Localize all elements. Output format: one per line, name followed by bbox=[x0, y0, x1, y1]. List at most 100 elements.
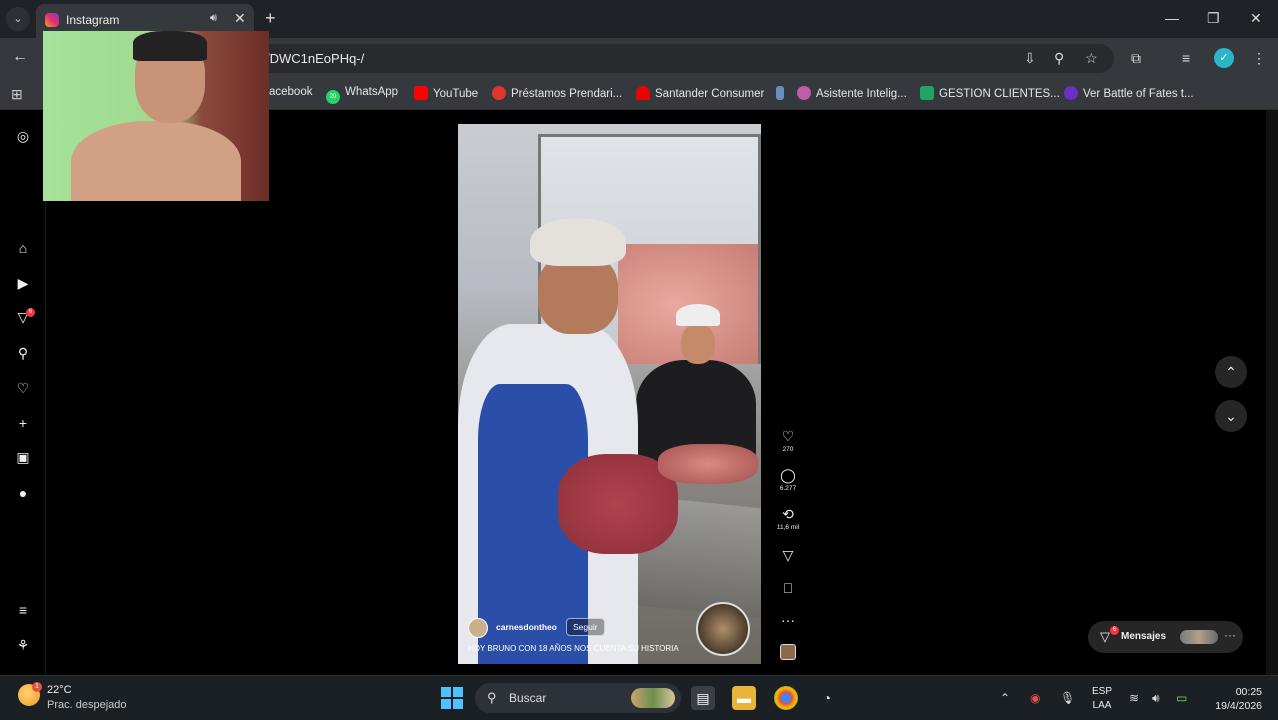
window-close-icon[interactable]: ✕ bbox=[1250, 10, 1262, 27]
bookmark-battle[interactable]: Ver Battle of Fates t... bbox=[1064, 86, 1194, 100]
bookmark-asistente-1[interactable] bbox=[776, 86, 789, 100]
dashboard-icon[interactable]: ▣ bbox=[14, 448, 32, 466]
comment-button[interactable]: ◯ 6.277 bbox=[772, 467, 804, 492]
keyboard-layout: LAA bbox=[1092, 700, 1112, 711]
apps-grid-icon[interactable]: ⊞ bbox=[11, 86, 23, 103]
next-reel-button[interactable]: ⌄ bbox=[1215, 400, 1247, 432]
like-count: 270 bbox=[782, 446, 794, 453]
taskbar-search[interactable]: ⚲ Buscar bbox=[475, 683, 681, 713]
reel-caption[interactable]: HOY BRUNO CON 18 AÑOS NOS CUENTA SU HIST… bbox=[468, 644, 679, 653]
clock-date: 19/4/2026 bbox=[1215, 700, 1262, 712]
previous-reel-button[interactable]: ⌃ bbox=[1215, 356, 1247, 388]
new-tab-button[interactable]: + bbox=[265, 8, 276, 29]
video-meat-2 bbox=[658, 444, 758, 484]
brand-sticker-logo bbox=[696, 602, 750, 656]
bookmark-label: Santander Consumer bbox=[655, 88, 765, 100]
language-code: ESP bbox=[1092, 686, 1113, 697]
save-button[interactable]: ⎕ bbox=[772, 580, 804, 597]
search-highlight-image bbox=[631, 688, 675, 708]
page-scrollbar[interactable] bbox=[1266, 110, 1278, 675]
store-icon[interactable]: ▤ bbox=[691, 686, 715, 710]
temperature[interactable]: 22°C bbox=[47, 684, 72, 696]
profile-avatar[interactable]: ✓ bbox=[1214, 48, 1234, 68]
microphone-icon[interactable]: 🎙︎ bbox=[1060, 691, 1075, 705]
tab-search-button[interactable]: ⌄ bbox=[6, 7, 30, 31]
reels-icon[interactable]: ▶ bbox=[14, 274, 32, 292]
volume-icon[interactable]: 🔊︎ bbox=[1152, 691, 1160, 706]
profile-avatar-icon[interactable]: ● bbox=[14, 484, 32, 502]
clock-time: 00:25 bbox=[1235, 686, 1262, 698]
whatsapp-icon: 20 bbox=[326, 90, 340, 104]
home-icon[interactable]: ⌂ bbox=[14, 239, 32, 257]
bookmark-asistente[interactable]: Asistente Intelig... bbox=[797, 86, 907, 100]
audio-button[interactable] bbox=[772, 644, 804, 665]
messages-pill[interactable]: ▽ 6 Mensajes ··· bbox=[1088, 621, 1243, 653]
bookmark-prestamos[interactable]: Préstamos Prendari... bbox=[492, 86, 622, 100]
asistente-icon bbox=[797, 86, 811, 100]
create-plus-icon[interactable]: + bbox=[14, 414, 32, 432]
share-button[interactable]: ▽ bbox=[772, 547, 804, 564]
instagram-logo-icon[interactable]: ◎ bbox=[14, 127, 32, 145]
message-avatars bbox=[1180, 630, 1218, 644]
repost-count: 11,6 mil bbox=[776, 524, 800, 531]
bookmark-santander[interactable]: Santander Consumer bbox=[636, 86, 764, 100]
bookmark-gestion[interactable]: GESTION CLIENTES... bbox=[920, 86, 1060, 100]
language-indicator[interactable]: ESP LAA bbox=[1092, 685, 1112, 713]
prestamos-icon bbox=[492, 86, 506, 100]
bookmark-label: YouTube bbox=[433, 88, 479, 100]
bookmark-label: acebook bbox=[269, 86, 313, 98]
heart-icon[interactable]: ♡ bbox=[14, 379, 32, 397]
tab-title: Instagram bbox=[66, 13, 120, 27]
audio-thumbnail-icon bbox=[780, 644, 796, 660]
url-text[interactable]: /DWC1nEoPHq-/ bbox=[266, 51, 364, 66]
author-name[interactable]: carnesdontheo bbox=[496, 622, 557, 632]
restore-icon[interactable]: ❐ bbox=[1207, 10, 1220, 27]
chrome-icon[interactable] bbox=[774, 686, 798, 710]
reel-video[interactable]: carnesdontheo Seguir HOY BRUNO CON 18 AÑ… bbox=[458, 124, 761, 664]
bookmark-label: Ver Battle of Fates t... bbox=[1083, 88, 1194, 100]
tray-chevron-up-icon[interactable]: ⌃ bbox=[1000, 691, 1010, 705]
more-dots-icon[interactable]: ··· bbox=[1224, 628, 1236, 642]
weather-badge: 1 bbox=[32, 682, 42, 692]
bookmark-youtube[interactable]: YouTube bbox=[414, 86, 478, 100]
zoom-icon[interactable]: ⚲ bbox=[1054, 50, 1064, 67]
bookmark-label: GESTION CLIENTES... bbox=[939, 88, 1060, 100]
chevron-up-icon: ⌃ bbox=[1225, 364, 1237, 380]
file-explorer-icon[interactable]: ▬ bbox=[732, 686, 756, 710]
messages-badge: 6 bbox=[1110, 626, 1119, 635]
like-button[interactable]: ♡ 270 bbox=[772, 428, 804, 453]
windows-start-icon[interactable] bbox=[441, 687, 463, 709]
more-button[interactable]: ··· bbox=[772, 612, 804, 628]
menu-kebab-icon[interactable]: ⋮ bbox=[1252, 50, 1266, 67]
system-clock[interactable]: 00:25 19/4/2026 bbox=[1200, 685, 1262, 713]
chevron-down-icon: ⌄ bbox=[1225, 408, 1237, 424]
document-icon bbox=[776, 86, 784, 100]
follow-button[interactable]: Seguir bbox=[566, 618, 605, 636]
wifi-icon[interactable]: ≋ bbox=[1129, 691, 1139, 705]
tray-app-icon[interactable]: ◉ bbox=[1030, 691, 1040, 705]
search-icon[interactable]: ⚲ bbox=[14, 344, 32, 362]
search-placeholder: Buscar bbox=[509, 691, 547, 705]
media-icon[interactable]: ≡ bbox=[1182, 50, 1190, 66]
extensions-icon[interactable]: ⧉ bbox=[1131, 50, 1141, 67]
threads-icon[interactable]: ⚘ bbox=[14, 636, 32, 654]
heart-icon: ♡ bbox=[781, 428, 795, 444]
speaker-icon[interactable]: 🔊︎ bbox=[210, 12, 217, 25]
tab-close-icon[interactable]: ✕ bbox=[234, 10, 246, 27]
instagram-sidebar: ◎ ⌂ ▶ ▽ ⚲ ♡ + ▣ ● ≡ ⚘ bbox=[0, 110, 46, 675]
reel-actions: ♡ 270 ◯ 6.277 ⟲ 11,6 mil ▽ ⎕ ··· bbox=[772, 420, 804, 670]
bookmark-whatsapp[interactable]: 20 WhatsApp bbox=[326, 86, 398, 104]
hamburger-menu-icon[interactable]: ≡ bbox=[14, 601, 32, 619]
bookmark-facebook[interactable]: acebook bbox=[269, 86, 312, 98]
back-arrow-icon[interactable]: ← bbox=[12, 48, 28, 66]
search-icon: ⚲ bbox=[487, 690, 497, 705]
minimize-icon[interactable]: — bbox=[1165, 10, 1179, 26]
battery-icon[interactable]: ▭ bbox=[1176, 691, 1187, 705]
install-app-icon[interactable]: ⇩ bbox=[1024, 50, 1036, 67]
clock-app-icon[interactable]: ◔ bbox=[815, 686, 839, 710]
bookmark-icon: ⎕ bbox=[783, 580, 793, 596]
repost-button[interactable]: ⟲ 11,6 mil bbox=[772, 506, 804, 531]
weather-description[interactable]: Prac. despejado bbox=[47, 699, 127, 711]
author-avatar[interactable] bbox=[468, 618, 488, 638]
bookmark-star-icon[interactable]: ☆ bbox=[1085, 50, 1098, 67]
